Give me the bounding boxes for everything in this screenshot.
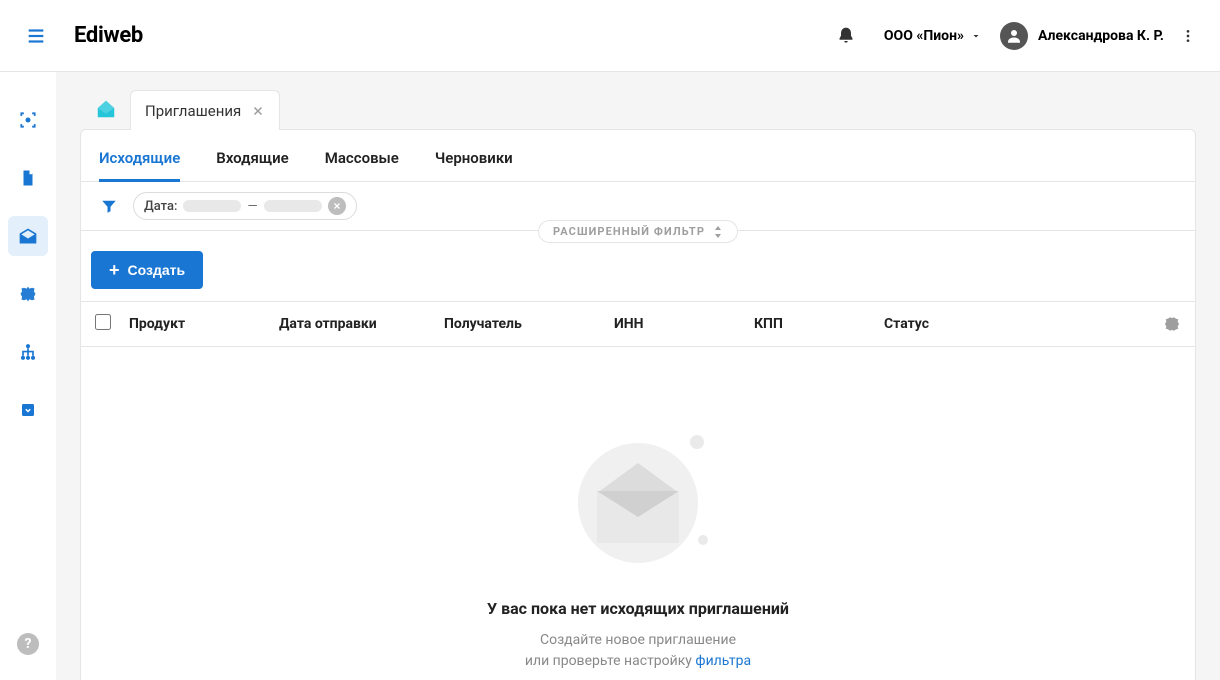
home-icon	[95, 98, 117, 120]
filter-date-to	[264, 200, 322, 212]
col-product[interactable]: Продукт	[123, 316, 273, 332]
advanced-filter-label: РАСШИРЕННЫЙ ФИЛЬТР	[553, 225, 705, 238]
advanced-filter-toggle[interactable]: РАСШИРЕННЫЙ ФИЛЬТР	[538, 220, 738, 243]
expand-icon	[713, 226, 723, 238]
filter-date-from	[183, 200, 241, 212]
empty-state: У вас пока нет исходящих приглашений Соз…	[81, 347, 1195, 680]
create-button-label: Создать	[128, 262, 186, 278]
sidebar-settings[interactable]	[8, 274, 48, 314]
tab-outgoing[interactable]: Исходящие	[99, 135, 180, 181]
select-all-checkbox[interactable]	[95, 314, 111, 330]
mail-open-icon	[18, 226, 38, 246]
document-icon	[19, 169, 37, 187]
page-tabstrip: Приглашения	[80, 89, 1196, 129]
bell-icon	[836, 26, 856, 46]
filter-chip-label: Дата:	[144, 199, 177, 214]
clear-icon	[332, 201, 342, 211]
page-tab-label: Приглашения	[145, 102, 241, 120]
tab-incoming[interactable]: Входящие	[216, 135, 288, 181]
org-selector[interactable]: ООО «Пион»	[866, 28, 1000, 44]
tab-close-button[interactable]	[251, 104, 265, 118]
gear-icon	[18, 284, 38, 304]
sidebar-scan[interactable]	[8, 100, 48, 140]
content-card: Исходящие Входящие Массовые Черновики Да…	[80, 129, 1196, 680]
filter-range-sep: —	[247, 199, 257, 214]
sidebar-mail[interactable]	[8, 216, 48, 256]
plus-icon: +	[109, 261, 120, 279]
sidebar: ?	[0, 72, 56, 680]
archive-icon	[19, 401, 37, 419]
table-header: Продукт Дата отправки Получатель ИНН КПП…	[81, 301, 1195, 347]
caret-down-icon	[970, 30, 982, 42]
col-recipient[interactable]: Получатель	[438, 316, 608, 332]
filter-button[interactable]	[95, 192, 123, 220]
empty-filter-link[interactable]: фильтра	[695, 653, 751, 669]
gear-icon	[1163, 315, 1181, 333]
tab-drafts[interactable]: Черновики	[435, 135, 513, 181]
col-status[interactable]: Статус	[878, 316, 1151, 332]
hamburger-button[interactable]	[16, 16, 56, 56]
sidebar-structure[interactable]	[8, 332, 48, 372]
user-name: Александрова К. Р.	[1038, 28, 1164, 44]
sidebar-document[interactable]	[8, 158, 48, 198]
close-icon	[251, 104, 265, 118]
col-inn[interactable]: ИНН	[608, 316, 748, 332]
sidebar-archive[interactable]	[8, 390, 48, 430]
more-menu-button[interactable]	[1172, 16, 1204, 56]
col-sent-date[interactable]: Дата отправки	[273, 316, 438, 332]
filter-chip-clear[interactable]	[328, 197, 346, 215]
filter-chip-date[interactable]: Дата: —	[133, 192, 357, 220]
create-button[interactable]: + Создать	[91, 251, 203, 289]
kebab-icon	[1180, 28, 1196, 44]
page-tab-invitations[interactable]: Приглашения	[130, 90, 280, 130]
main-content: Приглашения Исходящие Входящие Массовые …	[56, 72, 1220, 680]
home-tab[interactable]	[86, 89, 126, 129]
tab-mass[interactable]: Массовые	[325, 135, 399, 181]
scan-icon	[18, 110, 38, 130]
app-header: Ediweb ООО «Пион» Александрова К. Р.	[0, 0, 1220, 72]
sitemap-icon	[18, 342, 38, 362]
col-kpp[interactable]: КПП	[748, 316, 878, 332]
filter-bar: Дата: — РАСШИРЕННЫЙ ФИЛЬТР	[81, 182, 1195, 231]
empty-line2-prefix: или проверьте настройку	[525, 653, 696, 669]
select-all-cell	[95, 314, 123, 334]
funnel-icon	[100, 197, 118, 215]
empty-title: У вас пока нет исходящих приглашений	[487, 599, 789, 618]
empty-line2: или проверьте настройку фильтра	[525, 651, 751, 672]
notifications-button[interactable]	[826, 16, 866, 56]
empty-envelope-icon	[568, 433, 708, 573]
invitation-tabs: Исходящие Входящие Массовые Черновики	[81, 130, 1195, 182]
table-settings-button[interactable]	[1151, 315, 1181, 333]
empty-line1: Создайте новое приглашение	[540, 630, 736, 651]
help-icon: ?	[17, 633, 39, 655]
hamburger-icon	[25, 25, 47, 47]
org-name: ООО «Пион»	[884, 28, 964, 44]
user-menu[interactable]: Александрова К. Р.	[1000, 22, 1164, 50]
avatar-icon	[1000, 22, 1028, 50]
sidebar-help[interactable]: ?	[8, 624, 48, 664]
logo: Ediweb	[74, 23, 143, 48]
